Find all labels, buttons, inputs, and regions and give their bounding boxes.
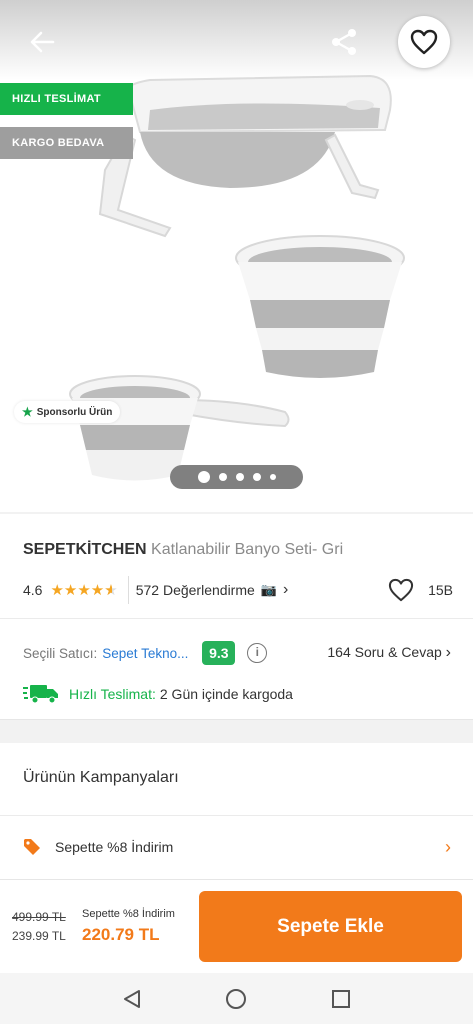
- seller-row: Seçili Satıcı: Sepet Tekno... 9.3 i 164 …: [23, 640, 453, 666]
- product-info: SEPETKİTCHEN Katlanabilir Banyo Seti- Gr…: [0, 514, 473, 720]
- heart-icon: [410, 29, 438, 55]
- seller-link[interactable]: Sepet Tekno...: [102, 646, 188, 661]
- reviews-link[interactable]: 572 Değerlendirme: [136, 582, 255, 598]
- star-icon: ★: [22, 405, 33, 419]
- camera-icon: 📷: [260, 582, 277, 597]
- campaigns-title: Ürünün Kampanyaları: [23, 769, 179, 786]
- product-name: Katlanabilir Banyo Seti- Gri: [151, 541, 344, 558]
- share-button[interactable]: [324, 22, 364, 62]
- section-divider: [0, 815, 473, 816]
- favorite-button[interactable]: [398, 16, 450, 68]
- qa-label: 164 Soru & Cevap: [327, 644, 442, 660]
- pager-dot[interactable]: [252, 473, 261, 481]
- rating-stars: ★★★★★ ★: [50, 582, 118, 599]
- info-icon[interactable]: i: [247, 643, 268, 663]
- free-shipping-badge: KARGO BEDAVA: [0, 127, 133, 159]
- add-to-cart-button[interactable]: Sepete Ekle: [199, 891, 462, 962]
- section-divider: [0, 618, 473, 619]
- back-button[interactable]: [22, 22, 62, 62]
- pager-dot[interactable]: [235, 473, 244, 481]
- heart-outline-icon: [388, 578, 414, 602]
- campaign-label: Sepette %8 İndirim: [55, 839, 174, 855]
- nav-back-icon[interactable]: [121, 988, 143, 1010]
- rating-row: 4.6 ★★★★★ ★ 572 Değerlendirme 📷 › 15B: [23, 576, 453, 604]
- bottom-purchase-bar: 499.99 TL 239.99 TL Sepette %8 İndirim 2…: [0, 879, 473, 973]
- chevron-right-icon: ›: [445, 836, 451, 857]
- pager-dot[interactable]: [269, 474, 276, 480]
- seller-score-badge: 9.3: [202, 641, 236, 665]
- chevron-right-icon[interactable]: ›: [283, 581, 288, 599]
- campaign-item[interactable]: Sepette %8 İndirim ›: [23, 835, 453, 859]
- current-price: 239.99 TL: [12, 929, 66, 943]
- product-page: HIZLI TESLİMAT KARGO BEDAVA ★ Sponsorlu …: [0, 0, 473, 1024]
- old-price: 499.99 TL: [12, 910, 66, 924]
- promo-price: 220.79 TL: [82, 925, 160, 944]
- back-arrow-icon: [30, 31, 55, 53]
- system-navigation-bar: [0, 973, 473, 1024]
- product-brand[interactable]: SEPETKİTCHEN: [23, 541, 147, 558]
- sponsored-badge: ★ Sponsorlu Ürün: [14, 401, 121, 423]
- pager-dot-active[interactable]: [197, 471, 210, 483]
- pager-dot[interactable]: [218, 473, 227, 481]
- fast-delivery-badge: HIZLI TESLİMAT: [0, 83, 133, 115]
- shipping-row: Hızlı Teslimat: 2 Gün içinde kargoda: [23, 682, 293, 706]
- shipping-text: 2 Gün içinde kargoda: [159, 686, 293, 702]
- product-image-gallery[interactable]: HIZLI TESLİMAT KARGO BEDAVA ★ Sponsorlu …: [0, 0, 473, 512]
- favorite-count[interactable]: 15B: [388, 578, 453, 602]
- seller-label: Seçili Satıcı:: [23, 645, 98, 661]
- promo-label: Sepette %8 İndirim: [82, 908, 175, 920]
- rating-value: 4.6: [23, 582, 43, 598]
- nav-recents-icon[interactable]: [330, 988, 352, 1010]
- campaigns-section: Ürünün Kampanyaları Sepette %8 İndirim ›: [0, 743, 473, 879]
- truck-icon: [23, 685, 58, 704]
- chevron-right-icon: ›: [445, 644, 451, 661]
- qa-link[interactable]: 164 Soru & Cevap ›: [327, 644, 451, 662]
- favorite-count-value: 15B: [428, 582, 453, 598]
- sponsored-label: Sponsorlu Ürün: [36, 406, 113, 418]
- shipping-label: Hızlı Teslimat:: [69, 686, 156, 702]
- nav-home-icon[interactable]: [224, 987, 248, 1011]
- image-pager[interactable]: [170, 465, 303, 489]
- divider: [127, 576, 129, 604]
- share-icon: [332, 29, 356, 55]
- product-title: SEPETKİTCHEN Katlanabilir Banyo Seti- Gr…: [23, 541, 343, 559]
- tag-icon: [24, 839, 40, 855]
